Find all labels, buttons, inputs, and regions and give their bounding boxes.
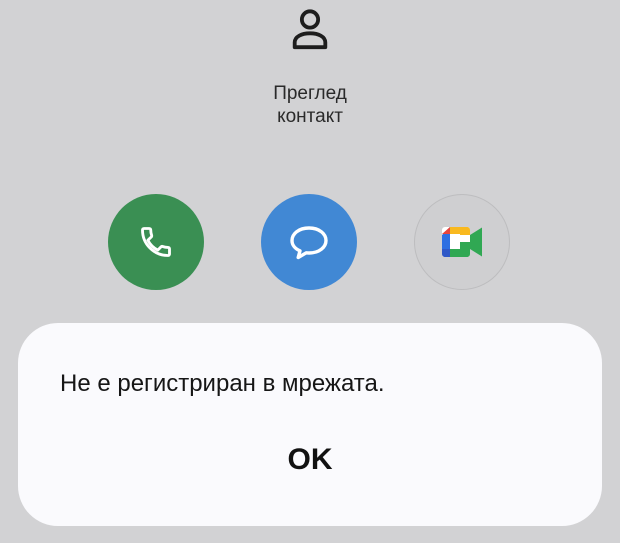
ok-button[interactable]: OK bbox=[250, 431, 370, 489]
view-contact-label: Преглед контакт bbox=[250, 82, 370, 128]
call-button[interactable] bbox=[108, 194, 204, 290]
person-icon bbox=[292, 9, 328, 50]
phone-icon bbox=[141, 227, 171, 257]
error-dialog: Не е регистриран в мрежата. OK bbox=[18, 323, 602, 526]
google-meet-icon bbox=[442, 227, 482, 257]
dialog-message: Не е регистриран в мрежата. bbox=[60, 370, 385, 397]
view-contact-label-line1: Преглед bbox=[273, 83, 347, 104]
view-contact-label-line2: контакт bbox=[277, 106, 343, 127]
video-call-button[interactable] bbox=[414, 194, 510, 290]
message-button[interactable] bbox=[261, 194, 357, 290]
view-contact-button[interactable]: Преглед контакт bbox=[250, 8, 370, 128]
phone-screen: Преглед контакт Не е регистриран в мрежа… bbox=[0, 0, 620, 543]
chat-bubble-icon bbox=[290, 226, 328, 260]
